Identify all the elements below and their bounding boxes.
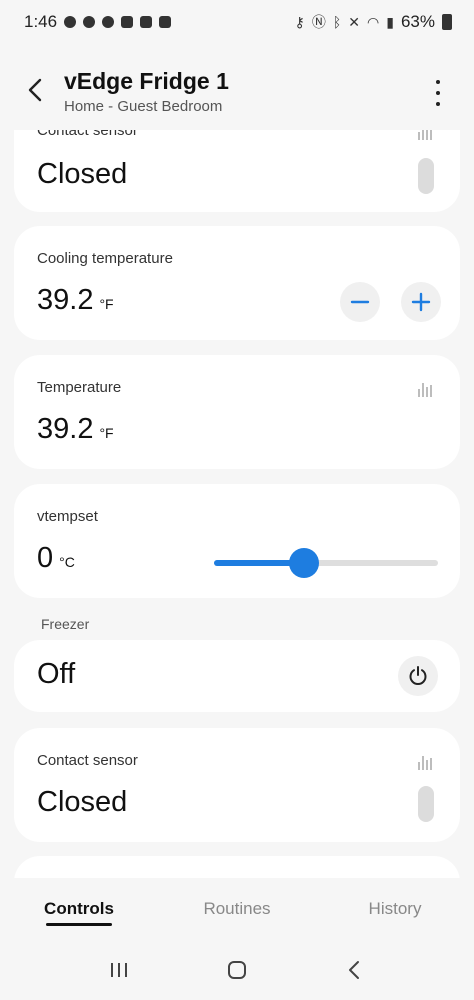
active-tab-indicator	[46, 923, 112, 926]
slider-thumb[interactable]	[289, 548, 319, 578]
tab-routines[interactable]: Routines	[158, 878, 316, 940]
contact-sensor-value: Closed	[37, 158, 128, 190]
decrease-temperature-button[interactable]	[340, 282, 380, 322]
app-icon	[140, 16, 153, 28]
temperature-number: 39.2	[37, 413, 94, 445]
battery-icon	[442, 14, 452, 30]
contact-state-indicator	[418, 158, 434, 194]
cooling-temperature-unit: °F	[99, 296, 114, 312]
home-icon	[228, 961, 246, 979]
app-icon-2	[159, 16, 172, 28]
nfc-icon: Ⓝ	[311, 14, 326, 30]
freezer-card: Off	[14, 640, 460, 712]
status-bar-right: ⚷ Ⓝ ᛒ ✕ ◠ ▮ 63%	[295, 12, 452, 32]
temperature-unit: °F	[99, 425, 114, 441]
cloud-icon	[83, 16, 96, 28]
cooling-temperature-number: 39.2	[37, 284, 94, 316]
temperature-value: 39.2 °F	[37, 413, 114, 446]
vtempset-card: vtempset 0 °C	[14, 484, 460, 598]
status-time: 1:46	[24, 12, 58, 31]
contact-sensor-value: Closed	[37, 786, 128, 818]
system-nav-bar	[0, 940, 474, 1000]
minus-icon	[350, 300, 370, 304]
bottom-tab-bar: Controls Routines History	[0, 878, 474, 940]
contact-sensor-card[interactable]: Contact sensor Closed	[14, 728, 460, 842]
cooling-temperature-value: 39.2 °F	[37, 284, 114, 317]
recent-apps-icon	[111, 963, 127, 977]
contact-sensor-label: Contact sensor	[37, 130, 138, 139]
contact-state-indicator	[418, 786, 434, 822]
bluetooth-icon: ᛒ	[332, 14, 342, 30]
notification-icon	[64, 16, 77, 28]
back-icon	[349, 961, 359, 979]
device-controls-list[interactable]: Contact sensor Closed Cooling temperatur…	[0, 130, 474, 878]
mute-icon: ✕	[348, 13, 361, 30]
back-button[interactable]	[22, 76, 50, 104]
contact-sensor-label: Contact sensor	[37, 752, 138, 769]
wifi-icon: ◠	[367, 13, 380, 30]
temperature-card[interactable]: Temperature 39.2 °F	[14, 355, 460, 469]
vtempset-unit: °C	[59, 554, 75, 570]
more-options-button[interactable]	[430, 80, 446, 106]
cooling-temperature-card: Cooling temperature 39.2 °F	[14, 226, 460, 340]
tab-history-label: History	[368, 899, 422, 918]
tab-controls-label: Controls	[44, 899, 114, 918]
vtempset-number: 0	[37, 542, 54, 574]
key-icon: ⚷	[294, 13, 305, 30]
plus-icon	[411, 292, 431, 312]
app-header: vEdge Fridge 1 Home - Guest Bedroom	[0, 44, 474, 130]
back-nav-button[interactable]	[340, 955, 370, 985]
history-chart-icon[interactable]	[418, 381, 434, 397]
freezer-power-button[interactable]	[398, 656, 438, 696]
increase-temperature-button[interactable]	[401, 282, 441, 322]
battery-level: 63%	[400, 12, 435, 31]
temperature-label: Temperature	[37, 379, 122, 396]
freezer-state-value: Off	[37, 658, 76, 690]
tab-controls[interactable]: Controls	[0, 878, 158, 940]
page-subtitle: Home - Guest Bedroom	[64, 98, 223, 115]
target-icon	[102, 16, 115, 28]
history-chart-icon[interactable]	[418, 130, 434, 140]
page-title: vEdge Fridge 1	[64, 68, 229, 94]
cooling-temperature-label: Cooling temperature	[37, 250, 173, 267]
image-icon	[121, 16, 134, 28]
recent-apps-button[interactable]	[104, 955, 134, 985]
history-chart-icon[interactable]	[418, 754, 434, 770]
chevron-left-icon	[28, 78, 42, 102]
power-icon	[409, 666, 427, 685]
vtempset-slider[interactable]	[214, 548, 438, 578]
status-bar: 1:46 ⚷ Ⓝ ᛒ ✕ ◠ ▮ 63%	[0, 0, 474, 44]
tab-history[interactable]: History	[316, 878, 474, 940]
next-card-partial[interactable]	[14, 856, 460, 878]
contact-sensor-card-top[interactable]: Contact sensor Closed	[14, 130, 460, 212]
status-bar-left: 1:46	[24, 12, 172, 32]
vtempset-value: 0 °C	[37, 542, 75, 575]
more-dot	[436, 91, 440, 95]
more-dot	[436, 102, 440, 106]
freezer-section-label: Freezer	[41, 616, 90, 632]
vtempset-label: vtempset	[37, 508, 98, 525]
home-button[interactable]	[222, 955, 252, 985]
signal-icon: ▮	[386, 13, 394, 30]
tab-routines-label: Routines	[203, 899, 271, 918]
more-dot	[436, 80, 440, 84]
